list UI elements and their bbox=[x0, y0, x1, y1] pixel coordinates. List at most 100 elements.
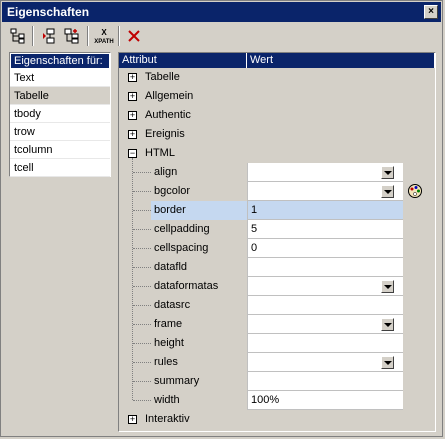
attribute-name-cell[interactable]: cellspacing bbox=[119, 239, 247, 258]
group-row-ereignis[interactable]: + Ereignis bbox=[119, 125, 435, 144]
group-cell: + Authentic bbox=[119, 106, 435, 125]
attribute-name-cell[interactable]: border bbox=[119, 201, 247, 220]
attribute-name-cell[interactable]: datafld bbox=[119, 258, 247, 277]
toolbar: X XPATH bbox=[3, 23, 441, 49]
group-cell: + Interaktiv bbox=[119, 410, 435, 429]
expand-toggle-icon[interactable]: + bbox=[128, 73, 137, 82]
attribute-row-height[interactable]: height bbox=[119, 334, 435, 353]
tree-connector bbox=[133, 191, 151, 192]
close-button[interactable]: × bbox=[424, 5, 438, 19]
attribute-row-datafld[interactable]: datafld bbox=[119, 258, 435, 277]
toolbar-separator bbox=[87, 26, 89, 46]
list-item-tcolumn[interactable]: tcolumn bbox=[10, 141, 110, 159]
list-item-tcell[interactable]: tcell bbox=[10, 159, 110, 177]
svg-text:X: X bbox=[101, 28, 107, 37]
attribute-name-cell[interactable]: summary bbox=[119, 372, 247, 391]
toolbar-separator bbox=[32, 26, 34, 46]
attribute-name-cell[interactable]: bgcolor bbox=[119, 182, 247, 201]
expand-toggle-icon[interactable]: + bbox=[128, 415, 137, 424]
attribute-value-field[interactable]: 100% bbox=[247, 391, 403, 410]
tree-connector bbox=[133, 229, 151, 230]
attribute-row-rules[interactable]: rules bbox=[119, 353, 435, 372]
tree-connector bbox=[133, 286, 151, 287]
attribute-name-cell[interactable]: width bbox=[119, 391, 247, 410]
attribute-name-cell[interactable]: rules bbox=[119, 353, 247, 372]
attribute-value-field[interactable] bbox=[247, 315, 403, 334]
title-bar: Eigenschaften × bbox=[2, 2, 441, 22]
attribute-value-field[interactable] bbox=[247, 353, 403, 372]
delete-button[interactable] bbox=[123, 25, 145, 47]
attribute-name: border bbox=[151, 201, 247, 220]
dropdown-arrow-button[interactable] bbox=[381, 280, 394, 293]
tree-connector bbox=[133, 343, 151, 344]
attribute-value-field[interactable] bbox=[247, 258, 403, 277]
attribute-row-align[interactable]: align bbox=[119, 163, 435, 182]
group-row-interaktiv[interactable]: + Interaktiv bbox=[119, 410, 435, 429]
attribute-name-cell[interactable]: dataformatas bbox=[119, 277, 247, 296]
expand-toggle-icon[interactable]: + bbox=[128, 130, 137, 139]
attribute-name-cell[interactable]: frame bbox=[119, 315, 247, 334]
attribute-value-field[interactable] bbox=[247, 277, 403, 296]
grid-header: Attribut Wert bbox=[119, 53, 435, 68]
expand-toggle-icon[interactable]: + bbox=[128, 111, 137, 120]
attribute-value-field[interactable] bbox=[247, 334, 403, 353]
attribute-row-width[interactable]: width 100% bbox=[119, 391, 435, 410]
insert-element-button[interactable] bbox=[38, 25, 60, 47]
group-row-html[interactable]: − HTML bbox=[119, 144, 435, 163]
attribute-row-summary[interactable]: summary bbox=[119, 372, 435, 391]
color-palette-icon[interactable] bbox=[407, 183, 423, 199]
group-row-allgemein[interactable]: + Allgemein bbox=[119, 87, 435, 106]
attribute-row-frame[interactable]: frame bbox=[119, 315, 435, 334]
attribute-value-field[interactable] bbox=[247, 182, 403, 201]
list-item-trow[interactable]: trow bbox=[10, 123, 110, 141]
attribute-row-dataformatas[interactable]: dataformatas bbox=[119, 277, 435, 296]
list-item-tbody[interactable]: tbody bbox=[10, 105, 110, 123]
dropdown-arrow-button[interactable] bbox=[381, 356, 394, 369]
list-item-tabelle[interactable]: Tabelle bbox=[10, 87, 110, 105]
attribute-name: height bbox=[154, 337, 184, 349]
xpath-button[interactable]: X XPATH bbox=[93, 25, 115, 47]
group-label: Interaktiv bbox=[145, 413, 190, 425]
attribute-value-field[interactable] bbox=[247, 163, 403, 182]
group-row-tabelle[interactable]: + Tabelle bbox=[119, 68, 435, 87]
group-row-authentic[interactable]: + Authentic bbox=[119, 106, 435, 125]
attribute-name: bgcolor bbox=[154, 185, 191, 197]
attribute-name-cell[interactable]: cellpadding bbox=[119, 220, 247, 239]
attribute-row-cellspacing[interactable]: cellspacing 0 bbox=[119, 239, 435, 258]
attribute-value-field[interactable] bbox=[247, 372, 403, 391]
tree-connector bbox=[133, 324, 151, 325]
add-element-button[interactable] bbox=[61, 25, 83, 47]
expand-toggle-icon[interactable]: + bbox=[128, 92, 137, 101]
attribute-row-bgcolor[interactable]: bgcolor bbox=[119, 182, 435, 201]
tree-connector bbox=[133, 362, 151, 363]
attribute-name: width bbox=[154, 394, 180, 406]
attribute-row-datasrc[interactable]: datasrc bbox=[119, 296, 435, 315]
attribute-value-field[interactable]: 0 bbox=[247, 239, 403, 258]
xpath-icon: X XPATH bbox=[94, 28, 113, 45]
properties-for-header: Eigenschaften für: bbox=[10, 53, 110, 69]
attribute-name-cell[interactable]: align bbox=[119, 163, 247, 182]
attribute-name: datafld bbox=[154, 261, 188, 273]
dropdown-arrow-button[interactable] bbox=[381, 318, 394, 331]
group-cell: + Tabelle bbox=[119, 68, 435, 87]
attribute-row-border[interactable]: border 1 bbox=[119, 201, 435, 220]
list-item-text[interactable]: Text bbox=[10, 69, 110, 87]
attribute-value-field[interactable]: 5 bbox=[247, 220, 403, 239]
attribute-name-cell[interactable]: height bbox=[119, 334, 247, 353]
dropdown-arrow-button[interactable] bbox=[381, 185, 394, 198]
attribute-name: datasrc bbox=[154, 299, 191, 311]
properties-window: Eigenschaften × X XPATH Eigenschaften fü… bbox=[0, 0, 443, 437]
expand-toggle-icon[interactable]: − bbox=[128, 149, 137, 158]
column-header-attribute[interactable]: Attribut bbox=[119, 53, 247, 68]
attribute-name: summary bbox=[154, 375, 200, 387]
attribute-row-cellpadding[interactable]: cellpadding 5 bbox=[119, 220, 435, 239]
column-header-value[interactable]: Wert bbox=[247, 53, 435, 68]
dropdown-arrow-button[interactable] bbox=[381, 166, 394, 179]
attribute-name: align bbox=[154, 166, 178, 178]
attribute-name-cell[interactable]: datasrc bbox=[119, 296, 247, 315]
delete-icon bbox=[128, 30, 140, 42]
attribute-value-field[interactable] bbox=[247, 296, 403, 315]
tree-structure-button[interactable] bbox=[7, 25, 29, 47]
group-cell: − HTML bbox=[119, 144, 435, 163]
attribute-value-field[interactable]: 1 bbox=[247, 201, 403, 220]
